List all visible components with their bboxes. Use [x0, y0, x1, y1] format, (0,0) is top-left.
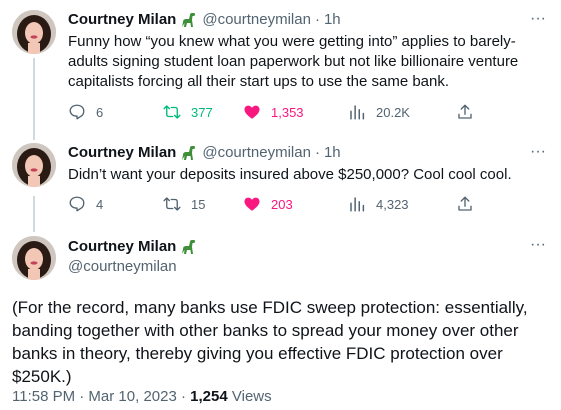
- avatar[interactable]: [12, 10, 56, 54]
- tweet-time[interactable]: 1h: [324, 10, 341, 30]
- like-button[interactable]: 1,353: [243, 102, 304, 122]
- views-count: 1,254: [190, 388, 228, 405]
- reply-icon: [69, 104, 85, 120]
- dinosaur-emoji-icon: [179, 11, 197, 29]
- author-handle[interactable]: @courtneymilan: [202, 10, 311, 30]
- share-icon: [458, 104, 472, 119]
- views-count: 20.2K: [376, 104, 410, 120]
- retweet-count: 377: [191, 104, 213, 120]
- reply-button[interactable]: 4: [68, 194, 103, 214]
- main-tweet: Courtney Milan @courtneymilan ··· (For t…: [0, 236, 561, 410]
- author-handle[interactable]: @courtneymilan: [68, 257, 177, 277]
- reply-count: 4: [96, 196, 104, 212]
- retweet-button[interactable]: 15: [163, 194, 205, 214]
- author-name[interactable]: Courtney Milan: [68, 143, 176, 163]
- separator-dot: ·: [314, 144, 320, 161]
- dinosaur-emoji-icon: [179, 238, 197, 256]
- author-name[interactable]: Courtney Milan: [68, 10, 176, 30]
- more-options-icon[interactable]: ···: [529, 11, 547, 32]
- heart-filled-icon: [244, 197, 260, 211]
- author-name-row: Courtney Milan: [68, 237, 197, 257]
- separator-dot: ·: [180, 388, 186, 405]
- heart-filled-icon: [244, 105, 260, 119]
- tweet-actions: 4 15 203 4,323: [68, 194, 488, 214]
- tweet[interactable]: Courtney Milan @courtneymilan · 1h ··· D…: [0, 143, 561, 223]
- retweet-button[interactable]: 377: [163, 102, 213, 122]
- tweet-header: Courtney Milan @courtneymilan · 1h: [68, 10, 341, 30]
- like-button[interactable]: 203: [243, 194, 293, 214]
- tweet-header: Courtney Milan @courtneymilan · 1h: [68, 143, 341, 163]
- reply-icon: [69, 196, 85, 212]
- views-label: Views: [231, 388, 272, 405]
- tweet-meta: 11:58 PM · Mar 10, 2023 · 1,254 Views: [12, 387, 272, 407]
- reply-count: 6: [96, 104, 104, 120]
- tweet-actions: 6 377 1,353 20.2K: [68, 102, 488, 122]
- main-tweet-text: (For the record, many banks use FDIC swe…: [12, 298, 528, 386]
- share-button[interactable]: [456, 102, 474, 122]
- reply-button[interactable]: 6: [68, 102, 103, 122]
- avatar[interactable]: [12, 236, 56, 280]
- tweet-text: Funny how “you knew what you were gettin…: [68, 33, 519, 90]
- more-options-icon[interactable]: ···: [529, 144, 547, 165]
- retweet-count: 15: [191, 196, 206, 212]
- author-handle[interactable]: @courtneymilan: [202, 143, 311, 163]
- dinosaur-emoji-icon: [179, 144, 197, 162]
- analytics-icon: [350, 105, 365, 120]
- avatar[interactable]: [12, 143, 56, 187]
- tweet-timestamp[interactable]: 11:58 PM · Mar 10, 2023: [12, 388, 177, 405]
- retweet-icon: [163, 197, 181, 211]
- like-count: 1,353: [271, 104, 304, 120]
- tweet-time[interactable]: 1h: [324, 143, 341, 163]
- views-count: 4,323: [376, 196, 409, 212]
- views-button[interactable]: 4,323: [348, 194, 409, 214]
- more-options-icon[interactable]: ···: [529, 237, 547, 258]
- views-button[interactable]: 20.2K: [348, 102, 410, 122]
- share-icon: [458, 196, 472, 211]
- tweet[interactable]: Courtney Milan @courtneymilan · 1h ··· F…: [0, 10, 561, 130]
- like-count: 203: [271, 196, 293, 212]
- share-button[interactable]: [456, 194, 474, 214]
- analytics-icon: [350, 197, 365, 212]
- tweet-text: Didn’t want your deposits insured above …: [68, 166, 512, 183]
- retweet-icon: [163, 105, 181, 119]
- separator-dot: ·: [314, 11, 320, 28]
- author-name[interactable]: Courtney Milan: [68, 237, 176, 257]
